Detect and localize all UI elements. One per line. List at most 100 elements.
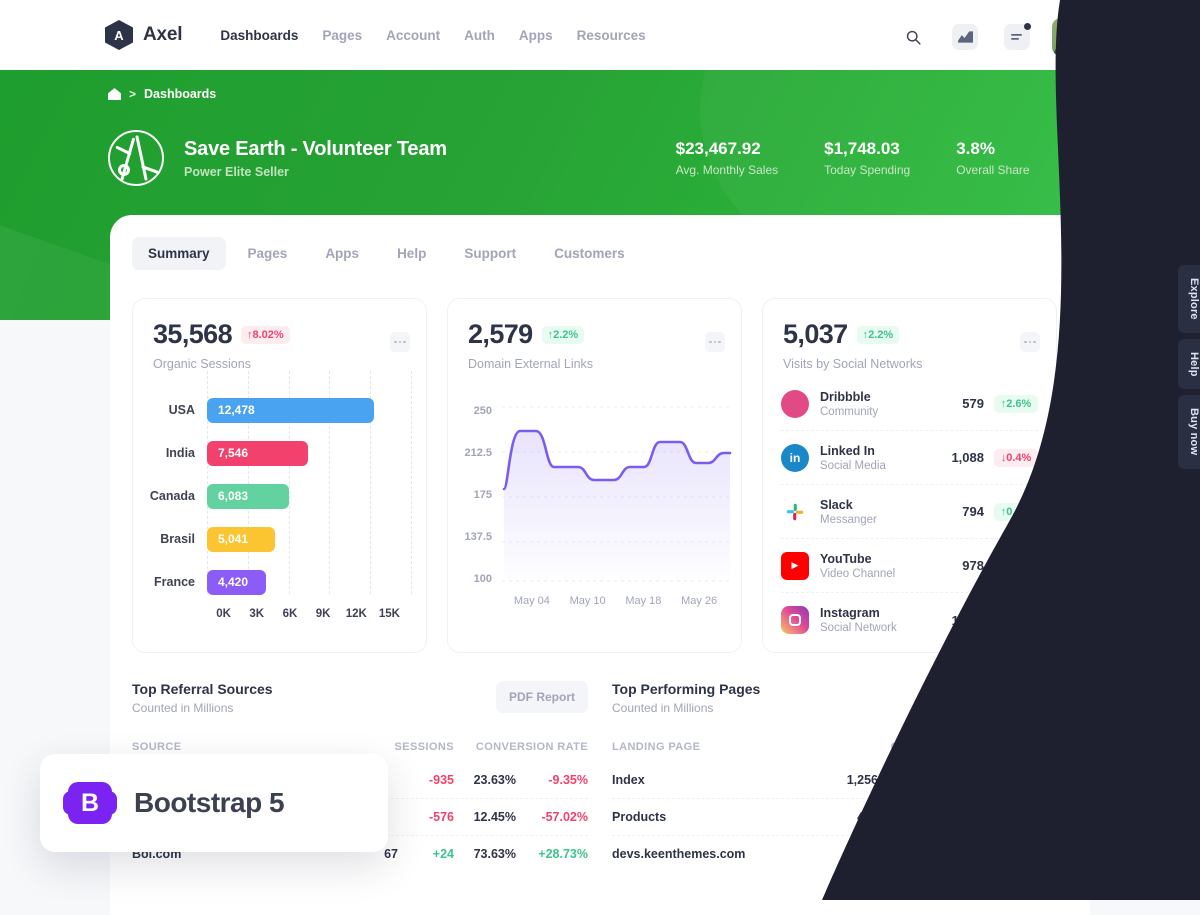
network-desc: Video Channel xyxy=(820,567,896,580)
side-tab-explore[interactable]: Explore xyxy=(1178,265,1200,333)
page-title: Save Earth - Volunteer Team xyxy=(184,137,447,160)
cell-landing-page: Products xyxy=(612,810,667,824)
social-value: 5,037 xyxy=(783,319,848,349)
col-conversion-rate: CONVERSION RATE xyxy=(475,741,588,753)
breadcrumb-separator: > xyxy=(129,87,137,101)
breadcrumb-current[interactable]: Dashboards xyxy=(144,87,216,101)
stat-label: 7 Days xyxy=(1075,163,1113,177)
table-top-performing-pages: Top Performing Pages Counted in Millions… xyxy=(612,681,1068,872)
network-delta: ↑4.1% xyxy=(994,556,1038,575)
nav-item-resources[interactable]: Resources xyxy=(577,28,646,43)
bar-label: Canada xyxy=(149,489,195,503)
x-tick: 12K xyxy=(345,608,367,620)
notifications-list-icon[interactable] xyxy=(1000,20,1034,54)
bar-france[interactable]: 4,420 xyxy=(207,569,267,595)
table-row[interactable]: Index 1,256 -935 2.63 -1.35 xyxy=(612,761,1068,798)
slack-icon xyxy=(781,498,809,526)
tab-summary[interactable]: Summary xyxy=(132,237,226,270)
avatar[interactable] xyxy=(1052,18,1090,56)
card-menu-icon[interactable] xyxy=(390,332,410,352)
card-domain-external-links: 2,579 ↑2.2% Domain External Links 250 21… xyxy=(447,298,742,653)
table-row[interactable]: Products 446 -576 1.45 0.32 xyxy=(612,798,1068,835)
side-tab-buy-now[interactable]: Buy now xyxy=(1178,395,1200,469)
list-item[interactable]: Instagram Social Network 1,458 ↑8.3% xyxy=(781,593,1038,647)
earth-logo-icon xyxy=(108,130,164,186)
nav-item-dashboards[interactable]: Dashboards xyxy=(220,28,298,43)
card-social-visits: 5,037 ↑2.2% Visits by Social Networks Dr… xyxy=(762,298,1057,653)
area-chart-svg xyxy=(502,406,732,582)
domain-value: 2,579 xyxy=(468,319,533,349)
pdf-report-button[interactable]: PDF Report xyxy=(976,681,1068,713)
cell-clicks-delta: +24 xyxy=(912,847,934,861)
x-tick: May 18 xyxy=(625,595,662,607)
bootstrap-promo-label: Bootstrap 5 xyxy=(134,787,285,818)
brand-logo[interactable]: A Axel xyxy=(105,20,183,50)
activity-chart-icon[interactable] xyxy=(948,20,982,54)
delta-value: 8.02% xyxy=(252,328,284,341)
hero-header-row: Save Earth - Volunteer Team Power Elite … xyxy=(108,130,1140,186)
col-avg-position: AVG. POSITION xyxy=(981,741,1068,753)
col-clicks: CLICKS xyxy=(890,741,934,753)
cell-sessions-delta: +24 xyxy=(432,847,454,861)
card-menu-icon[interactable] xyxy=(705,332,725,352)
list-item[interactable]: ▶ YouTube Video Channel 978 ↑4.1% xyxy=(781,539,1038,593)
y-tick: 175 xyxy=(473,489,492,501)
nav-item-auth[interactable]: Auth xyxy=(464,28,495,43)
cell-clicks-delta: -576 xyxy=(908,810,934,824)
pdf-report-button[interactable]: PDF Report xyxy=(496,681,588,713)
search-icon[interactable] xyxy=(896,20,930,54)
tab-customers[interactable]: Customers xyxy=(538,237,641,270)
cell-landing-page: devs.keenthemes.com xyxy=(612,847,746,861)
social-delta-badge: ↑2.2% xyxy=(856,325,900,344)
col-sessions: SESSIONS xyxy=(394,741,454,753)
list-item[interactable]: Dribbble Community 579 ↑2.6% xyxy=(781,377,1038,431)
network-name: Instagram xyxy=(820,606,880,620)
bar-label: France xyxy=(154,575,195,589)
list-item[interactable]: Slack Messanger 794 ↑0.2% xyxy=(781,485,1038,539)
bar-row-usa: USA 12,478 xyxy=(145,393,408,427)
nav-item-account[interactable]: Account xyxy=(386,28,440,43)
bar-row-france: France 4,420 xyxy=(145,565,408,599)
organic-label: Organic Sessions xyxy=(153,357,251,371)
network-desc: Social Network xyxy=(820,622,897,634)
bootstrap-promo-card[interactable]: B Bootstrap 5 xyxy=(40,754,388,852)
tab-support[interactable]: Support xyxy=(448,237,532,270)
domain-area-chart: 250 212.5 175 137.5 100 May 04 May 10 Ma… xyxy=(448,371,741,607)
x-tick: 15K xyxy=(378,608,400,620)
side-tab-help[interactable]: Help xyxy=(1178,338,1200,390)
tab-pages[interactable]: Pages xyxy=(232,237,304,270)
top-navigation-bar: A Axel Dashboards Pages Account Auth App… xyxy=(0,0,1200,70)
hero-stats: $23,467.92 Avg. Monthly Sales $1,748.03 … xyxy=(676,139,1140,177)
card-organic-sessions: 35,568 ↑8.02% Organic Sessions USA 12,47… xyxy=(132,298,427,653)
x-tick: May 10 xyxy=(569,595,606,607)
tab-apps[interactable]: Apps xyxy=(309,237,375,270)
cell-position-delta: -1.35 xyxy=(1039,772,1069,787)
y-tick: 212.5 xyxy=(464,447,492,459)
bar-brasil[interactable]: 5,041 xyxy=(207,526,275,552)
card-menu-icon[interactable] xyxy=(1020,332,1040,352)
nav-item-pages[interactable]: Pages xyxy=(322,28,362,43)
nav-item-apps[interactable]: Apps xyxy=(519,28,553,43)
x-tick: May 04 xyxy=(513,595,550,607)
bar-usa[interactable]: 12,478 xyxy=(207,397,375,423)
cell-rate: 73.63% xyxy=(473,847,516,861)
content-tabs: Summary Pages Apps Help Support Customer… xyxy=(110,215,1090,270)
x-tick: 9K xyxy=(315,608,331,620)
social-label: Visits by Social Networks xyxy=(783,357,923,371)
hero-stat-7-days: -7.4% 7 Days xyxy=(1076,139,1120,177)
table-row[interactable]: devs.keenthemes.com 67 +24 7.63 +8.73 xyxy=(612,835,1068,872)
bar-canada[interactable]: 6,083 xyxy=(207,483,289,509)
stat-label: Avg. Monthly Sales xyxy=(675,163,779,177)
network-name: Linked In xyxy=(820,443,875,458)
linkedin-icon: in xyxy=(781,443,809,472)
bar-india[interactable]: 7,546 xyxy=(207,440,309,466)
list-item[interactable]: in Linked In Social Media 1,088 ↓0.4% xyxy=(781,431,1038,485)
network-name: Slack xyxy=(820,497,853,512)
home-icon[interactable] xyxy=(108,88,121,100)
header-actions xyxy=(896,18,1090,56)
bar-row-canada: Canada 6,083 xyxy=(145,479,408,513)
x-tick: 6K xyxy=(282,608,298,620)
network-value: 978 xyxy=(962,558,984,573)
cell-position: 2.63 xyxy=(971,772,996,787)
tab-help[interactable]: Help xyxy=(381,237,442,270)
